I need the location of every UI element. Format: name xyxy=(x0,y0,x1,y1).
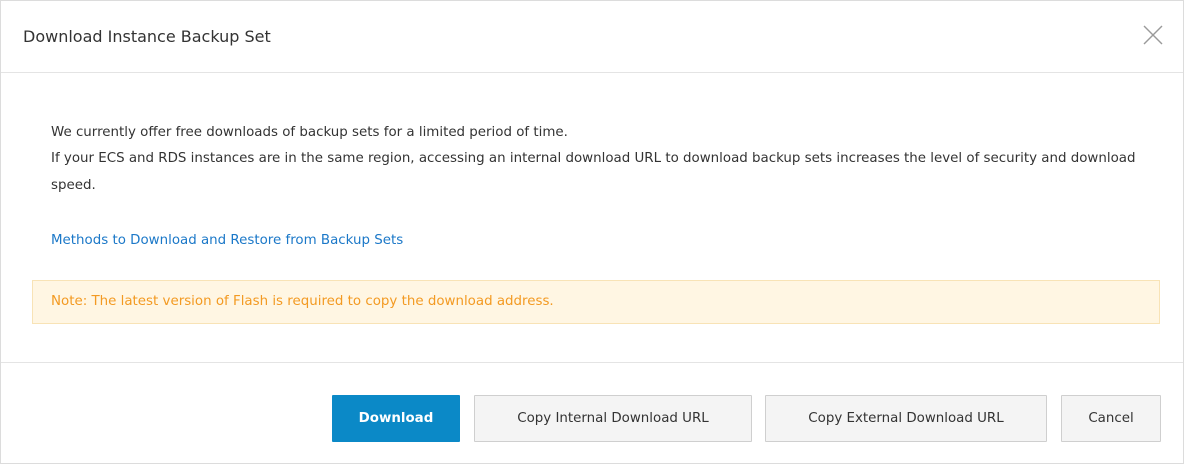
close-icon xyxy=(1143,25,1163,45)
flash-note-banner: Note: The latest version of Flash is req… xyxy=(32,280,1160,324)
dialog-body: We currently offer free downloads of bac… xyxy=(1,73,1183,362)
cancel-button[interactable]: Cancel xyxy=(1061,395,1161,442)
copy-internal-url-button[interactable]: Copy Internal Download URL xyxy=(474,395,752,442)
dialog-footer: Download Copy Internal Download URL Copy… xyxy=(1,362,1183,463)
download-restore-methods-link[interactable]: Methods to Download and Restore from Bac… xyxy=(51,231,403,251)
copy-external-url-button[interactable]: Copy External Download URL xyxy=(765,395,1047,442)
info-text-same-region: If your ECS and RDS instances are in the… xyxy=(51,151,1136,193)
dialog-header: Download Instance Backup Set xyxy=(1,1,1183,73)
dialog-title: Download Instance Backup Set xyxy=(23,27,271,46)
info-text-free-downloads: We currently offer free downloads of bac… xyxy=(51,125,568,140)
close-button[interactable] xyxy=(1141,23,1165,47)
download-backup-dialog: Download Instance Backup Set We currentl… xyxy=(0,0,1184,464)
download-button[interactable]: Download xyxy=(332,395,460,442)
